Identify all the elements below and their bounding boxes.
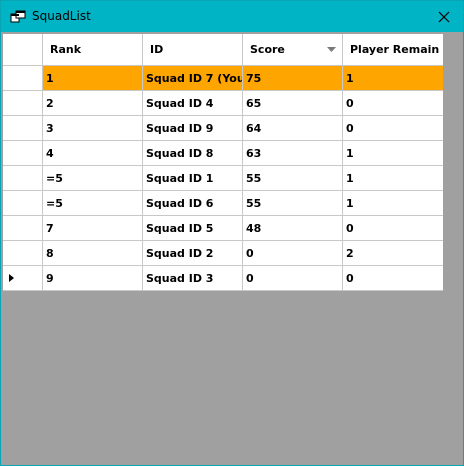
column-header-score[interactable]: Score	[243, 34, 343, 66]
score-cell[interactable]: 0	[243, 266, 343, 291]
rank-cell[interactable]: 9	[43, 266, 143, 291]
squad-id-cell[interactable]: Squad ID 3	[143, 266, 243, 291]
player-remain-cell[interactable]: 2	[343, 241, 443, 266]
rank-cell[interactable]: 4	[43, 141, 143, 166]
squad-id-cell[interactable]: Squad ID 8	[143, 141, 243, 166]
score-cell[interactable]: 65	[243, 91, 343, 116]
score-cell[interactable]: 55	[243, 166, 343, 191]
sort-descending-icon	[327, 47, 336, 52]
row-header-cell[interactable]	[3, 216, 43, 241]
app-window-icon	[10, 10, 26, 23]
table-row[interactable]: =5 Squad ID 1 55 1	[3, 166, 443, 191]
rank-cell[interactable]: 1	[43, 66, 143, 91]
squad-id-cell[interactable]: Squad ID 6	[143, 191, 243, 216]
score-cell[interactable]: 55	[243, 191, 343, 216]
close-icon	[438, 11, 450, 22]
score-cell[interactable]: 48	[243, 216, 343, 241]
table-row[interactable]: 2 Squad ID 4 65 0	[3, 91, 443, 116]
column-header-label: ID	[150, 42, 164, 56]
score-cell[interactable]: 63	[243, 141, 343, 166]
rank-cell[interactable]: 7	[43, 216, 143, 241]
column-header-player-remain[interactable]: Player Remain	[343, 34, 443, 66]
column-header-label: Player Remain	[350, 42, 440, 56]
player-remain-cell[interactable]: 1	[343, 141, 443, 166]
rank-cell[interactable]: =5	[43, 191, 143, 216]
column-header-label: Score	[250, 42, 285, 56]
table-row[interactable]: 4 Squad ID 8 63 1	[3, 141, 443, 166]
close-button[interactable]	[425, 1, 463, 32]
rank-cell[interactable]: 8	[43, 241, 143, 266]
current-row-pointer-icon	[9, 274, 14, 282]
row-header-cell[interactable]	[3, 91, 43, 116]
row-header-cell[interactable]	[3, 66, 43, 91]
grid-header-row: Rank ID Score Player Remain	[3, 34, 443, 66]
score-cell[interactable]: 75	[243, 66, 343, 91]
row-header-cell[interactable]	[3, 241, 43, 266]
squad-data-grid[interactable]: Rank ID Score Player Remain 1 Squad ID 7 …	[3, 34, 443, 291]
row-header-cell[interactable]	[3, 141, 43, 166]
row-header-cell[interactable]	[3, 116, 43, 141]
squad-id-cell[interactable]: Squad ID 9	[143, 116, 243, 141]
player-remain-cell[interactable]: 0	[343, 216, 443, 241]
column-header-label: Rank	[50, 42, 82, 56]
row-header-corner[interactable]	[3, 34, 43, 66]
table-row[interactable]: 1 Squad ID 7 (You) 75 1	[3, 66, 443, 91]
rank-cell[interactable]: 2	[43, 91, 143, 116]
row-header-cell[interactable]	[3, 166, 43, 191]
rank-cell[interactable]: 3	[43, 116, 143, 141]
window-title: SquadList	[32, 9, 91, 23]
rank-cell[interactable]: =5	[43, 166, 143, 191]
squad-id-cell[interactable]: Squad ID 2	[143, 241, 243, 266]
table-row[interactable]: 7 Squad ID 5 48 0	[3, 216, 443, 241]
squad-id-cell[interactable]: Squad ID 4	[143, 91, 243, 116]
title-bar[interactable]: SquadList	[1, 1, 463, 32]
player-remain-cell[interactable]: 1	[343, 191, 443, 216]
squad-list-window: SquadList Rank ID Score Player Remain 1S…	[0, 0, 464, 466]
score-cell[interactable]: 0	[243, 241, 343, 266]
player-remain-cell[interactable]: 0	[343, 116, 443, 141]
row-header-cell[interactable]	[3, 191, 43, 216]
player-remain-cell[interactable]: 0	[343, 266, 443, 291]
player-remain-cell[interactable]: 1	[343, 66, 443, 91]
table-row[interactable]: 3 Squad ID 9 64 0	[3, 116, 443, 141]
squad-id-cell[interactable]: Squad ID 7 (You)	[143, 66, 243, 91]
player-remain-cell[interactable]: 1	[343, 166, 443, 191]
squad-id-cell[interactable]: Squad ID 5	[143, 216, 243, 241]
column-header-rank[interactable]: Rank	[43, 34, 143, 66]
column-header-id[interactable]: ID	[143, 34, 243, 66]
table-row[interactable]: 8 Squad ID 202	[3, 241, 443, 266]
row-header-cell[interactable]	[3, 266, 43, 291]
table-row[interactable]: 9 Squad ID 300	[3, 266, 443, 291]
player-remain-cell[interactable]: 0	[343, 91, 443, 116]
table-row[interactable]: =5 Squad ID 6 55 1	[3, 191, 443, 216]
squad-id-cell[interactable]: Squad ID 1	[143, 166, 243, 191]
score-cell[interactable]: 64	[243, 116, 343, 141]
